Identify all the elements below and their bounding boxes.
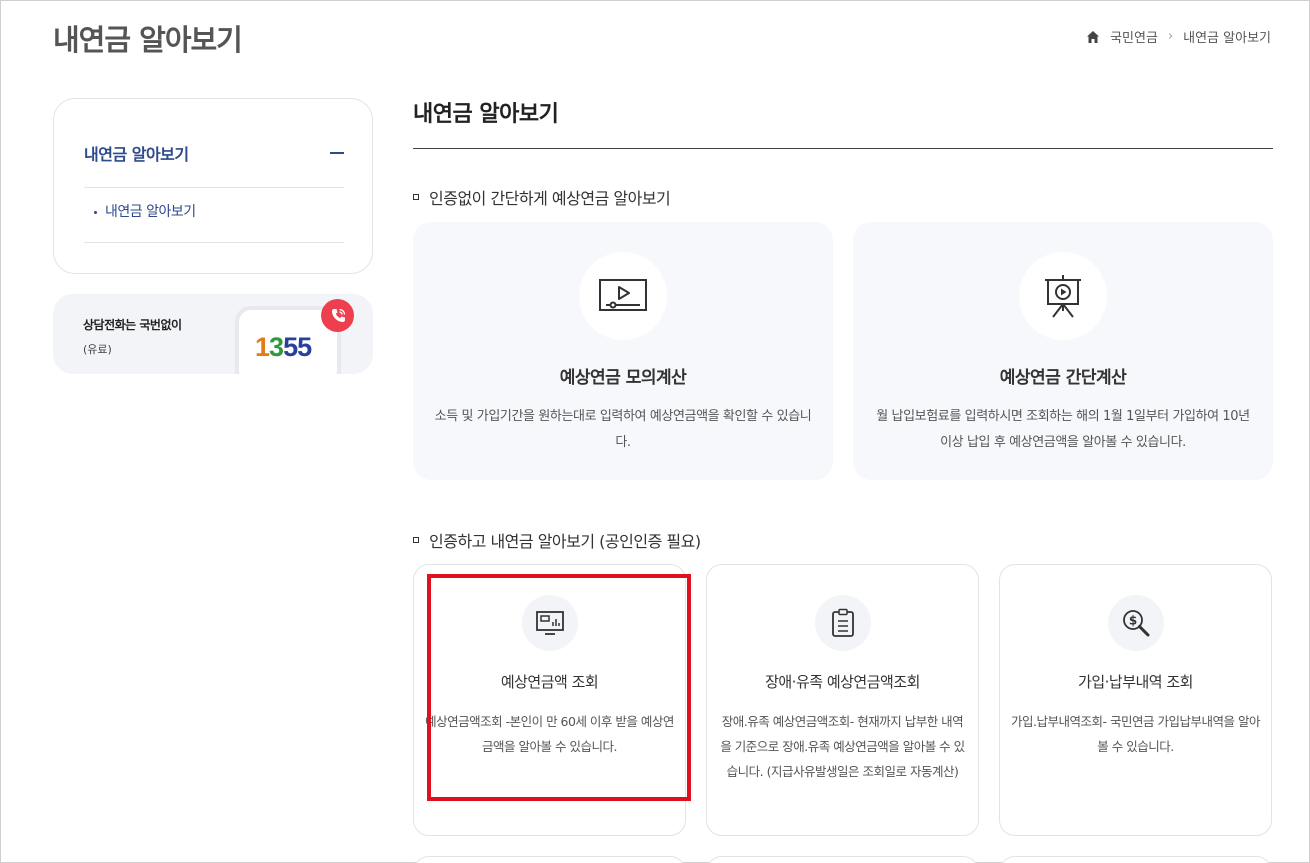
call-subtitle: (유료) [83, 343, 112, 356]
minus-icon[interactable] [330, 152, 344, 154]
card-disability-survivor-inquiry[interactable]: 장애·유족 예상연금액조회 장애.유족 예상연금액조회- 현재까지 납부한 내역… [706, 564, 979, 836]
card-enrollment-payment-inquiry[interactable]: $ 가입·납부내역 조회 가입.납부내역조회- 국민연금 가입납부내역을 알아볼… [999, 564, 1272, 836]
card-title: 예상연금 모의계산 [559, 368, 687, 388]
section-heading-text: 인증하고 내연금 알아보기 (공인인증 필요) [429, 532, 701, 551]
side-menu-header[interactable]: 내연금 알아보기 [84, 141, 344, 188]
card-description: 예상연금액조회 -본인이 만 60세 이후 받을 예상연금액을 알아볼 수 있습… [425, 714, 674, 754]
video-play-icon [579, 252, 667, 340]
card-expected-pension-inquiry[interactable]: 예상연금액 조회 예상연금액조회 -본인이 만 60세 이후 받을 예상연금액을… [413, 564, 686, 836]
breadcrumb-item-home[interactable]: 국민연금 [1110, 27, 1158, 46]
main-title: 내연금 알아보기 [413, 102, 559, 127]
card-description: 장애.유족 예상연금액조회- 현재까지 납부한 내역을 기준으로 장애.유족 예… [720, 714, 965, 779]
phone-digit: 5 [283, 332, 298, 362]
card-title: 장애·유족 예상연금액조회 [765, 673, 920, 691]
chevron-right-icon: › [1167, 29, 1174, 44]
card-partial[interactable] [999, 856, 1272, 863]
bullet-icon [94, 210, 97, 214]
card-partial[interactable] [413, 856, 686, 863]
svg-text:$: $ [1128, 614, 1136, 628]
card-title: 예상연금액 조회 [500, 673, 599, 691]
phone-ring-icon [321, 299, 354, 332]
sidebar-item-my-pension[interactable]: 내연금 알아보기 [94, 201, 196, 221]
side-menu: 내연금 알아보기 내연금 알아보기 [53, 98, 373, 274]
page-title: 내연금 알아보기 [53, 23, 243, 57]
call-title: 상담전화는 국번없이 [83, 318, 182, 332]
section-heading-text: 인증없이 간단하게 예상연금 알아보기 [429, 189, 671, 208]
section-heading-auth: 인증하고 내연금 알아보기 (공인인증 필요) [413, 528, 701, 552]
breadcrumb: 국민연금 › 내연금 알아보기 [1086, 27, 1271, 46]
call-center-banner: 상담전화는 국번없이 (유료) 1355 [53, 294, 373, 374]
phone-number: 1355 [255, 332, 312, 363]
sidebar-item-label: 내연금 알아보기 [105, 204, 196, 220]
breadcrumb-item-current[interactable]: 내연금 알아보기 [1183, 27, 1271, 46]
phone-digit: 3 [269, 332, 284, 362]
card-description: 월 납입보험료를 입력하시면 조회하는 해의 1월 1일부터 가입하여 10년 … [876, 409, 1250, 450]
card-partial[interactable] [706, 856, 979, 863]
side-menu-title: 내연금 알아보기 [84, 145, 189, 164]
section-heading-no-auth: 인증없이 간단하게 예상연금 알아보기 [413, 185, 671, 209]
card-description: 가입.납부내역조회- 국민연금 가입납부내역을 알아볼 수 있습니다. [1011, 714, 1260, 754]
home-icon[interactable] [1086, 30, 1100, 44]
card-pension-simple-calc[interactable]: 예상연금 간단계산 월 납입보험료를 입력하시면 조회하는 해의 1월 1일부터… [853, 222, 1273, 480]
phone-digit: 1 [255, 332, 270, 362]
square-bullet-icon [413, 194, 419, 200]
presentation-play-icon [1019, 252, 1107, 340]
clipboard-icon [814, 595, 871, 651]
card-title: 가입·납부내역 조회 [1078, 673, 1193, 691]
card-description: 소득 및 가입기간을 원하는대로 입력하여 예상연금액을 확인할 수 있습니다. [434, 409, 812, 450]
divider [413, 148, 1273, 149]
card-title: 예상연금 간단계산 [999, 368, 1127, 388]
phone-digit: 5 [297, 332, 312, 362]
square-bullet-icon [413, 537, 419, 543]
card-pension-mock-calc[interactable]: 예상연금 모의계산 소득 및 가입기간을 원하는대로 입력하여 예상연금액을 확… [413, 222, 833, 480]
money-search-icon: $ [1107, 595, 1164, 651]
divider [84, 242, 344, 243]
monitor-chart-icon [521, 595, 578, 651]
